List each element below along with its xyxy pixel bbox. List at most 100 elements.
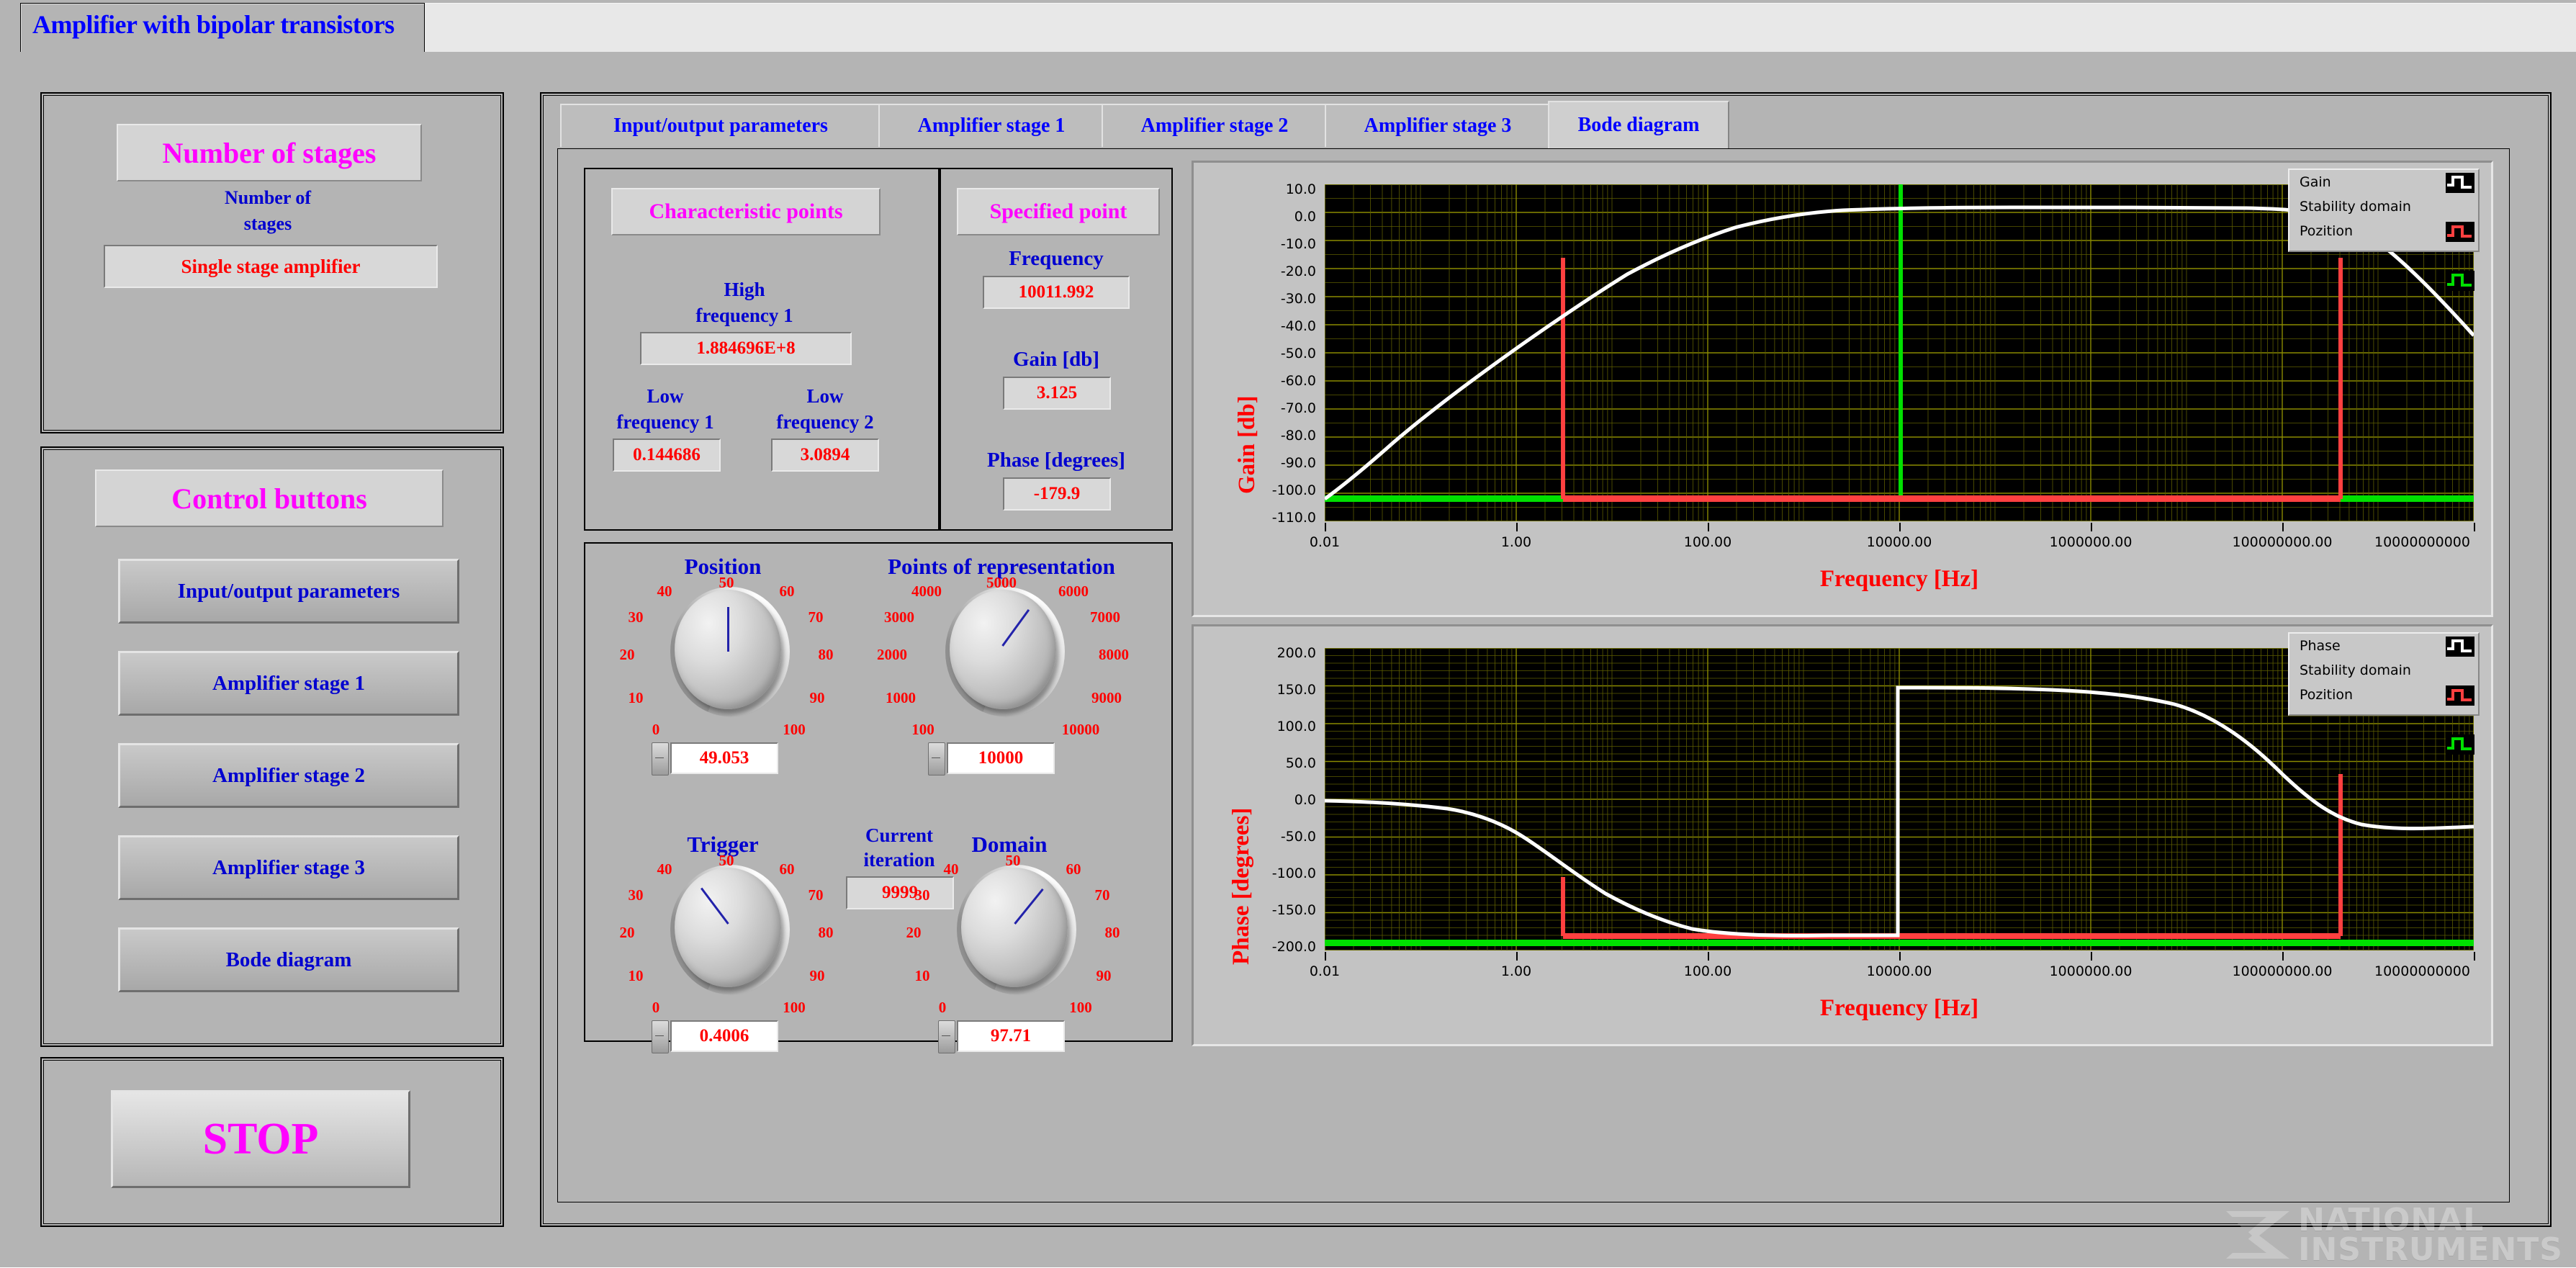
phase-chart-legend[interactable]: Phase Stability domain Pozition	[2288, 632, 2480, 716]
domain-tick-50: 50	[999, 852, 1027, 870]
legend-row-pozition[interactable]: Pozition	[2289, 219, 2478, 243]
specified-frequency-label: Frequency	[948, 247, 1164, 271]
points-tick-10000: 10000	[1043, 721, 1118, 739]
sidebar-button-label: Input/output parameters	[178, 580, 400, 603]
phase-xtick-1: 1.00	[1473, 963, 1559, 979]
position-tick-80: 80	[810, 646, 842, 664]
tab-bode-diagram[interactable]: Bode diagram	[1548, 101, 1729, 148]
number-of-stages-heading-plate: Number of stages	[117, 124, 422, 181]
sidebar-button-bode-diagram[interactable]: Bode diagram	[118, 927, 459, 992]
legend-swatch-gain[interactable]	[2446, 173, 2474, 193]
points-tick-8000: 8000	[1082, 646, 1145, 664]
specified-frequency-value[interactable]: 10011.992	[983, 276, 1130, 309]
stop-button[interactable]: STOP	[111, 1090, 410, 1188]
gain-xtick-5: 100000000.00	[2203, 534, 2361, 550]
trigger-spinner[interactable]	[652, 1020, 669, 1053]
position-tick-100: 100	[775, 721, 813, 739]
characteristic-points-heading-plate: Characteristic points	[611, 188, 881, 235]
position-value[interactable]: 49.053	[670, 742, 778, 774]
domain-tick-40: 40	[935, 860, 967, 878]
domain-knob-control[interactable]: Domain 0 10 20 30 40 50 60 70 80 90 100	[891, 832, 1128, 1069]
legend-label: Pozition	[2300, 223, 2353, 239]
titlebar-filler	[423, 3, 2576, 53]
points-tick-4000: 4000	[895, 583, 958, 601]
high-frequency-1-value[interactable]: 1.884696E+8	[640, 332, 852, 365]
phase-chart[interactable]: Phase [degrees] 200.0 150.0 100.0 50.0 0…	[1192, 624, 2493, 1046]
window-title-tab[interactable]: Amplifier with bipolar transistors	[20, 3, 425, 53]
points-of-representation-knob-control[interactable]: Points of representation 100 1000 2000 3…	[857, 554, 1145, 791]
legend-row-stability-domain[interactable]: Stability domain	[2289, 658, 2478, 683]
gain-ytick--110: -110.0	[1208, 510, 1316, 526]
legend-row-pozition[interactable]: Pozition	[2289, 683, 2478, 707]
gain-ytick-0: 0.0	[1208, 209, 1316, 225]
phase-ytick-0: 0.0	[1208, 792, 1316, 808]
domain-tick-70: 70	[1086, 886, 1118, 904]
domain-tick-10: 10	[908, 967, 937, 985]
sidebar-button-amplifier-stage-3[interactable]: Amplifier stage 3	[118, 835, 459, 900]
low-frequency-2-value[interactable]: 3.0894	[771, 439, 879, 472]
low-frequency-2-label-line2: frequency 2	[749, 411, 901, 433]
legend-row-stability-domain[interactable]: Stability domain	[2289, 194, 2478, 219]
tab-amplifier-stage-2[interactable]: Amplifier stage 2	[1102, 104, 1328, 147]
tab-label: Input/output parameters	[613, 114, 828, 138]
characteristic-points-group: Characteristic points High frequency 1 1…	[584, 168, 940, 531]
low-frequency-1-value[interactable]: 0.144686	[613, 439, 721, 472]
gain-chart-legend[interactable]: Gain Stability domain Pozition	[2288, 168, 2480, 252]
sidebar-button-amplifier-stage-1[interactable]: Amplifier stage 1	[118, 651, 459, 716]
position-spinner[interactable]	[652, 742, 669, 775]
specified-point-heading: Specified point	[990, 199, 1127, 224]
gain-ytick--30: -30.0	[1208, 291, 1316, 307]
gain-xtick-4: 1000000.00	[2026, 534, 2156, 550]
position-tick-60: 60	[771, 583, 803, 601]
points-of-representation-value[interactable]: 10000	[947, 742, 1055, 774]
specified-phase-value[interactable]: -179.9	[1003, 477, 1111, 511]
gain-chart[interactable]: Gain [db] 10.0 0.0 -10.0 -20.0 -30.0 -40…	[1192, 161, 2493, 617]
gain-stability-band	[1563, 495, 2341, 502]
points-knob-dial[interactable]	[950, 590, 1056, 709]
position-tick-0: 0	[641, 721, 670, 739]
trigger-knob-dial[interactable]	[675, 868, 781, 987]
tab-bar: Input/output parameters Amplifier stage …	[560, 104, 2504, 150]
number-of-stages-value[interactable]: Single stage amplifier	[104, 245, 438, 288]
phase-ytick--100: -100.0	[1208, 865, 1316, 881]
phase-pozition-band	[1325, 940, 2474, 946]
sidebar-button-label: Amplifier stage 1	[212, 672, 365, 696]
tab-label: Amplifier stage 1	[918, 114, 1066, 138]
specified-gain-value[interactable]: 3.125	[1003, 377, 1111, 410]
number-of-stages-label-line1: Number of	[117, 187, 419, 209]
phase-xtickmark	[1516, 952, 1518, 961]
domain-spinner[interactable]	[938, 1020, 955, 1053]
gain-xtickmark	[1708, 523, 1709, 531]
points-spinner[interactable]	[928, 742, 945, 775]
legend-row-gain[interactable]: Gain	[2289, 170, 2478, 194]
position-knob-control[interactable]: Position 0 10 20 30 40 50 60 70 80 90 10…	[604, 554, 842, 791]
tab-input-output-parameters[interactable]: Input/output parameters	[560, 104, 881, 147]
phase-xtickmark	[2282, 952, 2284, 961]
tab-amplifier-stage-3[interactable]: Amplifier stage 3	[1325, 104, 1551, 147]
position-tick-10: 10	[621, 689, 650, 707]
gain-ytick-10: 10.0	[1208, 181, 1316, 197]
gain-xtick-2: 100.00	[1657, 534, 1758, 550]
domain-value[interactable]: 97.71	[957, 1020, 1065, 1052]
phase-xtickmark	[2091, 952, 2092, 961]
legend-swatch-phase[interactable]	[2446, 637, 2474, 657]
points-tick-5000: 5000	[970, 574, 1033, 592]
domain-knob-dial[interactable]	[961, 868, 1068, 987]
points-tick-100: 100	[898, 721, 948, 739]
gain-ytick--70: -70.0	[1208, 400, 1316, 416]
trigger-value[interactable]: 0.4006	[670, 1020, 778, 1052]
phase-ytick--150: -150.0	[1208, 902, 1316, 918]
legend-swatch-pozition[interactable]	[2446, 734, 2474, 755]
trigger-knob-control[interactable]: Trigger 0 10 20 30 40 50 60 70 80 90 100	[604, 832, 842, 1069]
sidebar-button-input-output-parameters[interactable]: Input/output parameters	[118, 559, 459, 624]
tab-amplifier-stage-1[interactable]: Amplifier stage 1	[878, 104, 1104, 147]
specified-gain-label: Gain [db]	[948, 348, 1164, 372]
gain-ytick--60: -60.0	[1208, 373, 1316, 389]
sidebar-button-label: Amplifier stage 3	[212, 856, 365, 880]
gain-ytick--90: -90.0	[1208, 455, 1316, 471]
sidebar-button-amplifier-stage-2[interactable]: Amplifier stage 2	[118, 743, 459, 808]
legend-swatch-pozition[interactable]	[2446, 271, 2474, 291]
legend-row-phase[interactable]: Phase	[2289, 634, 2478, 658]
gain-chart-xlabel: Frequency [Hz]	[1325, 566, 2474, 593]
main-pane: Input/output parameters Amplifier stage …	[540, 92, 2552, 1227]
